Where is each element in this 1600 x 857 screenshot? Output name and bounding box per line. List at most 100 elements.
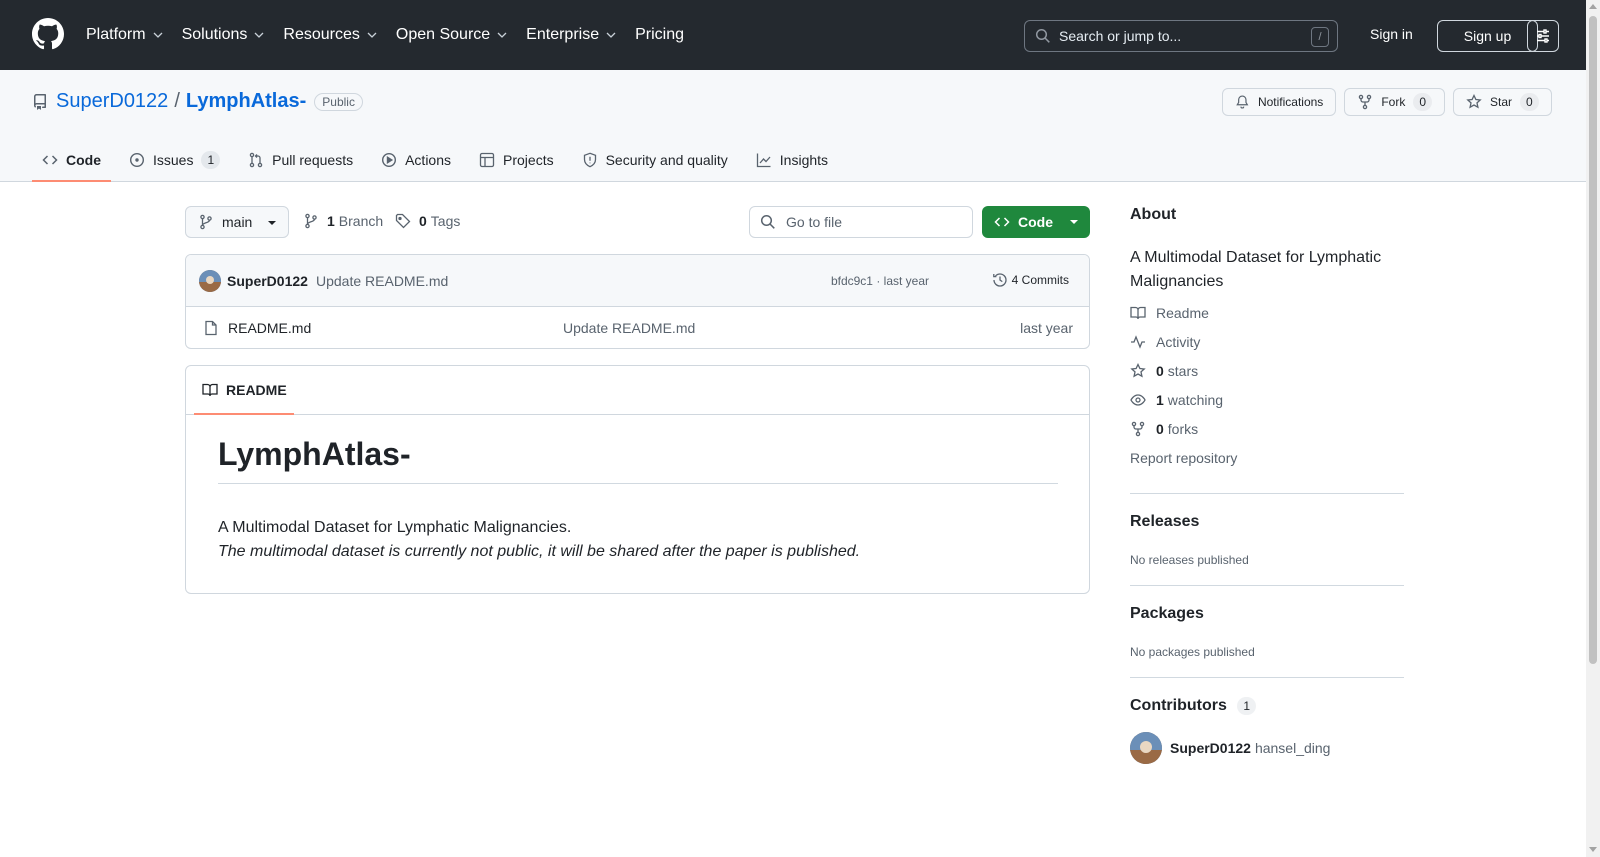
readme-link[interactable]: Readme xyxy=(1130,305,1209,321)
latest-commit-row: SuperD0122 Update README.md bfdc9c1 · la… xyxy=(186,255,1089,307)
stars-link[interactable]: 0 stars xyxy=(1130,363,1198,379)
search-shortcut-hint: / xyxy=(1311,27,1329,47)
fork-count: 0 xyxy=(1413,93,1432,111)
commit-message-link[interactable]: Update README.md xyxy=(316,273,448,289)
sign-in-link[interactable]: Sign in xyxy=(1370,26,1413,42)
global-search-placeholder: Search or jump to... xyxy=(1059,28,1182,44)
tab-actions[interactable]: Actions xyxy=(371,140,461,180)
primary-nav: Platform Solutions Resources Open Source… xyxy=(86,0,702,70)
notifications-label: Notifications xyxy=(1257,95,1324,109)
repo-name-link[interactable]: LymphAtlas- xyxy=(186,90,306,113)
tags-link[interactable]: 0 Tags xyxy=(395,213,460,229)
contributors-heading[interactable]: Contributors 1 xyxy=(1130,697,1257,715)
forks-label: forks xyxy=(1167,421,1199,437)
github-logo-icon[interactable] xyxy=(32,18,64,50)
readme-line-1: A Multimodal Dataset for Lymphatic Malig… xyxy=(218,519,572,536)
activity-link[interactable]: Activity xyxy=(1130,334,1200,350)
about-description: A Multimodal Dataset for Lymphatic Malig… xyxy=(1130,249,1382,290)
page-scrollbar[interactable] xyxy=(1586,0,1600,857)
table-row[interactable]: README.md Update README.md last year xyxy=(186,307,1089,348)
code-icon xyxy=(42,155,58,165)
code-download-button[interactable]: Code xyxy=(982,206,1090,238)
readme-tab[interactable]: README xyxy=(194,366,294,415)
scrollbar-thumb[interactable] xyxy=(1589,16,1597,664)
nav-pricing[interactable]: Pricing xyxy=(635,26,684,44)
file-listing: SuperD0122 Update README.md bfdc9c1 · la… xyxy=(185,254,1090,349)
notifications-button[interactable]: Notifications xyxy=(1222,88,1337,116)
tag-count: 0 xyxy=(419,213,427,229)
readme-link-label: Readme xyxy=(1156,305,1209,321)
shield-icon xyxy=(583,152,596,168)
repository-header: SuperD0122 / LymphAtlas- Public Notifica… xyxy=(0,70,1586,182)
tab-code[interactable]: Code xyxy=(32,140,111,182)
report-repository-link[interactable]: Report repository xyxy=(1130,450,1237,466)
forks-link[interactable]: 0 forks xyxy=(1130,421,1198,437)
tab-issues[interactable]: Issues 1 xyxy=(119,140,230,180)
contributor-item[interactable]: SuperD0122 hansel_ding xyxy=(1130,732,1330,764)
sidebar-divider xyxy=(1130,677,1404,678)
releases-heading[interactable]: Releases xyxy=(1130,513,1199,531)
packages-empty-text: No packages published xyxy=(1130,645,1255,659)
watching-link[interactable]: 1 watching xyxy=(1130,392,1223,408)
readme-panel: README LymphAtlas- A Multimodal Dataset … xyxy=(185,365,1090,594)
tab-security-label: Security and quality xyxy=(605,152,728,168)
sidebar-divider xyxy=(1130,493,1404,494)
global-search-input[interactable]: Search or jump to... / xyxy=(1024,20,1338,52)
releases-empty-text: No releases published xyxy=(1130,553,1249,567)
nav-solutions[interactable]: Solutions xyxy=(182,26,266,44)
tab-issues-count: 1 xyxy=(201,151,221,169)
report-repository-label: Report repository xyxy=(1130,450,1238,466)
nav-resources[interactable]: Resources xyxy=(283,26,377,44)
repo-actions: Notifications Fork 0 Star 0 xyxy=(1214,88,1552,116)
file-icon xyxy=(205,320,217,336)
file-name-link[interactable]: README.md xyxy=(228,320,311,336)
packages-heading[interactable]: Packages xyxy=(1130,605,1204,623)
commits-count-label: 4 Commits xyxy=(1011,273,1069,287)
forks-count: 0 xyxy=(1156,421,1164,437)
branches-link[interactable]: 1 Branch xyxy=(303,213,383,229)
tab-projects[interactable]: Projects xyxy=(469,140,564,180)
play-icon xyxy=(382,152,397,168)
avatar[interactable] xyxy=(1130,732,1162,764)
search-icon xyxy=(1035,28,1050,43)
graph-icon xyxy=(756,153,771,168)
file-commit-message-link[interactable]: Update README.md xyxy=(563,320,695,336)
readme-tabbar: README xyxy=(186,366,1089,415)
branch-selector-button[interactable]: main xyxy=(185,206,289,238)
star-icon xyxy=(1466,94,1482,109)
repo-icon xyxy=(34,93,46,110)
avatar[interactable] xyxy=(199,270,221,292)
tab-security[interactable]: Security and quality xyxy=(572,140,738,180)
readme-tab-label: README xyxy=(226,382,287,398)
caret-down-icon xyxy=(268,221,276,225)
search-icon xyxy=(760,214,775,229)
settings-menu-button[interactable] xyxy=(1527,20,1559,52)
star-button[interactable]: Star 0 xyxy=(1453,88,1552,116)
nav-open-source[interactable]: Open Source xyxy=(396,26,508,44)
readme-body: A Multimodal Dataset for Lymphatic Malig… xyxy=(218,516,860,564)
watching-label: watching xyxy=(1167,392,1224,408)
tab-pull-requests[interactable]: Pull requests xyxy=(238,140,363,180)
site-header: Platform Solutions Resources Open Source… xyxy=(0,0,1586,70)
repo-title: SuperD0122 / LymphAtlas- Public xyxy=(32,90,363,113)
commits-history-link[interactable]: 4 Commits xyxy=(992,272,1069,288)
commit-author-link[interactable]: SuperD0122 xyxy=(227,273,308,289)
fork-button[interactable]: Fork 0 xyxy=(1344,88,1445,116)
tab-issues-label: Issues xyxy=(153,152,194,168)
go-to-file-input[interactable]: Go to file xyxy=(749,206,973,238)
nav-resources-label: Resources xyxy=(283,26,360,43)
file-updated-time: last year xyxy=(1020,320,1073,336)
contributor-login: hansel_ding xyxy=(1254,740,1331,756)
commit-hash-time[interactable]: bfdc9c1 · last year xyxy=(831,274,929,288)
branch-name: main xyxy=(222,214,253,230)
tab-insights-label: Insights xyxy=(779,152,829,168)
nav-enterprise-label: Enterprise xyxy=(526,26,600,43)
nav-enterprise[interactable]: Enterprise xyxy=(526,26,617,44)
nav-solutions-label: Solutions xyxy=(181,26,248,43)
sign-up-button[interactable]: Sign up xyxy=(1437,20,1538,52)
nav-platform[interactable]: Platform xyxy=(86,26,164,44)
scroll-down-icon[interactable] xyxy=(1589,847,1597,852)
repo-owner-link[interactable]: SuperD0122 xyxy=(56,90,168,113)
scroll-up-icon[interactable] xyxy=(1589,4,1597,9)
tab-insights[interactable]: Insights xyxy=(746,140,838,180)
